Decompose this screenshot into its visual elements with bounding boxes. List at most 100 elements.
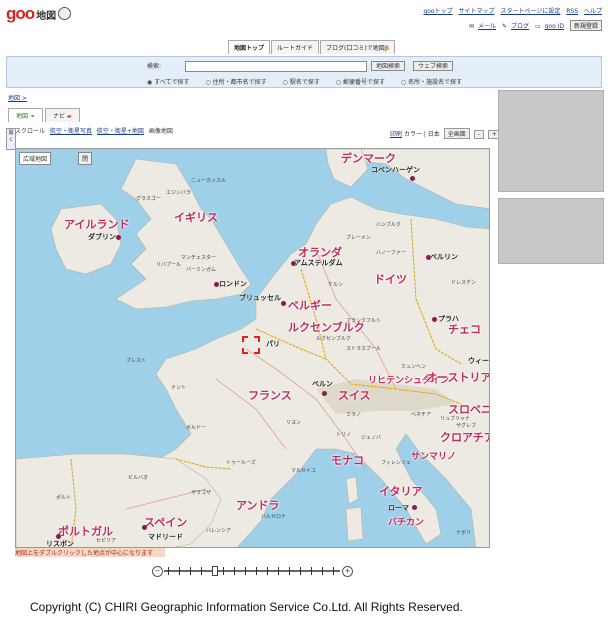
radio-postal[interactable]: ○ 郵便番号で探す — [336, 77, 393, 86]
id-icon: ▭ — [534, 23, 541, 30]
country-label: バチカン — [388, 518, 425, 528]
country-label: ベルギー — [288, 299, 332, 312]
top-link[interactable]: gooトップ — [423, 8, 452, 15]
search-options: ◉ すべてで探す ○ 住所・都市名で探す ○ 駅名で探す ○ 郵便番号で探す ○… — [147, 77, 478, 86]
goo-map-logo[interactable]: goo 地図 — [6, 4, 72, 23]
tab-blog-map[interactable]: ブログ(口コミ)で地図β — [320, 40, 396, 54]
user-link[interactable]: goo ID — [545, 23, 564, 30]
zoom-slider[interactable]: − + — [152, 566, 353, 577]
japan-link[interactable]: 日本 — [428, 131, 440, 138]
top-link[interactable]: スタートページに設定 — [500, 8, 560, 15]
city-label: プラハ — [438, 315, 459, 323]
slider-tick[interactable] — [256, 567, 257, 575]
slider-tick[interactable] — [245, 567, 246, 575]
minor-label: ブレスト — [126, 358, 147, 364]
radio-landmark[interactable]: ○ 名所・施設名で探す — [401, 77, 470, 86]
country-label: モナコ — [331, 454, 364, 467]
aerial-photo-link[interactable]: 航空・衛星写真 — [50, 128, 92, 135]
country-label: イタリア — [379, 485, 423, 498]
radio-label: 住所・都市名で探す — [212, 79, 267, 86]
city-label: アムステルダム — [294, 259, 343, 267]
map-center-crosshair — [242, 336, 260, 354]
minor-label: グラスゴー — [136, 196, 161, 202]
aerial-map-link[interactable]: 航空・衛星+地図 — [97, 128, 144, 135]
minor-label: ハノーファー — [376, 250, 406, 256]
map-search-button[interactable]: 地図検索 — [371, 61, 406, 71]
slider-tick[interactable] — [267, 567, 268, 575]
minor-label: トゥールーズ — [226, 460, 256, 466]
breadcrumb[interactable]: 地図 > — [8, 93, 27, 102]
register-button[interactable]: 新規登録 — [569, 20, 602, 31]
minor-label: ニューカッスル — [191, 178, 227, 184]
map-notice: 地図上をダブルクリックした地点が中心になります — [15, 548, 165, 557]
search-label: 検索: — [147, 63, 162, 70]
tab-navi-label: ナビ — [52, 113, 65, 120]
user-link[interactable]: ブログ — [511, 23, 529, 30]
slider-tick[interactable] — [168, 567, 169, 575]
tab-navi[interactable]: ナビ ▰ — [44, 108, 80, 122]
top-link[interactable]: RSS — [566, 8, 578, 15]
color-label: カラー — [403, 131, 422, 138]
wide-area-close-button[interactable]: 閉 — [78, 152, 93, 165]
minor-label: マンチェスター — [181, 255, 217, 261]
tab-map[interactable]: 地図 ❧ — [8, 108, 43, 122]
top-link[interactable]: サイトマップ — [459, 8, 495, 15]
ad-banner-top[interactable] — [498, 90, 604, 192]
minor-label: トリノ — [336, 432, 352, 438]
top-link[interactable]: ヘルプ — [584, 8, 602, 15]
slider-tick[interactable] — [234, 567, 235, 575]
tab-route-guide[interactable]: ルートガイド — [271, 40, 320, 54]
radio-station[interactable]: ○ 駅名で探す — [283, 77, 328, 86]
country-label: イギリス — [174, 211, 218, 224]
map-controls: 印刷 カラー | 日本 全画面 - + — [390, 128, 501, 139]
minor-label: ジェノバ — [361, 435, 382, 441]
logo-sub: 地図 — [36, 11, 57, 22]
slider-tick[interactable] — [179, 567, 180, 575]
minor-label: エジンバラ — [166, 190, 192, 196]
country-label: サンマリノ — [411, 452, 457, 462]
minor-label: セビリア — [96, 538, 117, 544]
city-label: ミラノ — [346, 412, 361, 418]
slider-tick[interactable] — [322, 567, 323, 575]
map-toolbar: スクロール 航空・衛星写真 航空・衛星+地図 画像地図 — [15, 126, 176, 135]
city-label: ミュンヘン — [401, 364, 427, 370]
city-label: ロンドン — [219, 280, 247, 288]
tab-map-top[interactable]: 地図トップ — [228, 40, 271, 54]
city-label: ローマ — [388, 504, 409, 512]
print-link[interactable]: 印刷 — [390, 131, 402, 138]
web-search-button[interactable]: ウェブ検索 — [413, 61, 454, 71]
slider-tick[interactable] — [223, 567, 224, 575]
search-input[interactable] — [185, 61, 367, 72]
fullscreen-button[interactable]: 全画面 — [443, 128, 470, 139]
slider-tick[interactable] — [311, 567, 312, 575]
zoom-in-icon[interactable]: + — [342, 566, 353, 577]
slider-tick[interactable] — [289, 567, 290, 575]
mail-icon: ✉ — [469, 23, 475, 30]
radio-all[interactable]: ◉ すべてで探す — [147, 77, 198, 86]
minor-label: ストラスブール — [346, 346, 381, 352]
scroll-label: スクロール — [15, 128, 46, 135]
slider-tick[interactable] — [300, 567, 301, 575]
minor-label: フランクフルト — [346, 318, 382, 324]
country-label: スペイン — [144, 516, 188, 529]
city-marker — [412, 505, 417, 510]
slider-tick[interactable] — [190, 567, 191, 575]
slider-knob[interactable] — [212, 566, 218, 576]
country-label: スイス — [338, 389, 371, 402]
zoom-out-button[interactable]: - — [473, 130, 484, 139]
city-marker — [432, 317, 437, 322]
zoom-out-icon[interactable]: − — [152, 566, 163, 577]
city-label: ザグレブ — [456, 423, 477, 429]
slider-tick[interactable] — [333, 567, 334, 575]
city-label: パリ — [266, 340, 280, 348]
slider-tick[interactable] — [278, 567, 279, 575]
user-link[interactable]: メール — [478, 23, 496, 30]
radio-address[interactable]: ○ 住所・都市名で探す — [206, 77, 275, 86]
slider-tick[interactable] — [201, 567, 202, 575]
country-label: デンマーク — [341, 152, 396, 165]
ad-banner-bottom[interactable] — [498, 198, 604, 264]
minor-label: リバプール — [156, 262, 182, 268]
minor-label: リヨン — [286, 420, 302, 426]
image-map-link[interactable]: 画像地図 — [149, 128, 173, 135]
logo-text: goo — [6, 4, 35, 23]
